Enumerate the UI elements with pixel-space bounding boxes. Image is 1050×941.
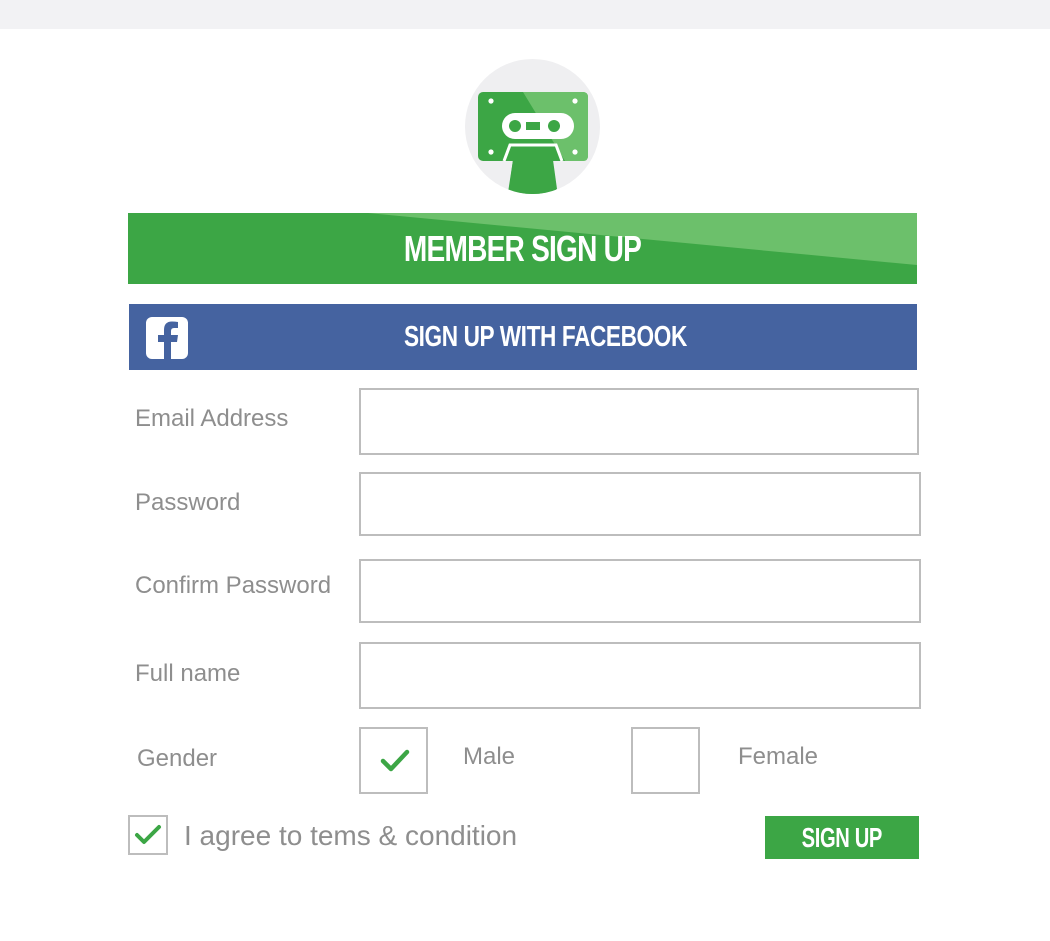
top-bar: [0, 0, 1050, 29]
facebook-signup-label: SIGN UP WITH FACEBOOK: [403, 320, 687, 353]
gender-male-checkbox[interactable]: [359, 727, 428, 794]
terms-label: I agree to tems & condition: [184, 820, 518, 851]
check-icon: [380, 749, 410, 772]
gender-female-label: Female: [738, 743, 819, 770]
email-field[interactable]: [359, 388, 919, 455]
signup-button[interactable]: SIGN UP: [765, 816, 919, 859]
page-title-banner: MEMBER SIGN UP: [128, 213, 917, 284]
confirm-password-field[interactable]: [359, 559, 921, 623]
check-icon: [135, 825, 161, 844]
confirm-password-label: Confirm Password: [135, 572, 332, 599]
terms-checkbox[interactable]: [128, 815, 168, 855]
password-field[interactable]: [359, 472, 921, 536]
gender-male-label: Male: [463, 743, 516, 770]
email-label: Email Address: [135, 405, 289, 432]
signup-button-label: SIGN UP: [801, 821, 883, 853]
facebook-icon: [146, 317, 188, 359]
full-name-field[interactable]: [359, 642, 921, 709]
password-label: Password: [135, 489, 241, 516]
cassette-tape-icon: [478, 92, 588, 194]
logo: [465, 59, 600, 194]
facebook-signup-button[interactable]: SIGN UP WITH FACEBOOK: [129, 304, 917, 370]
gender-label: Gender: [137, 745, 218, 772]
gender-female-checkbox[interactable]: [631, 727, 700, 794]
full-name-label: Full name: [135, 660, 241, 687]
page-title: MEMBER SIGN UP: [403, 227, 642, 269]
